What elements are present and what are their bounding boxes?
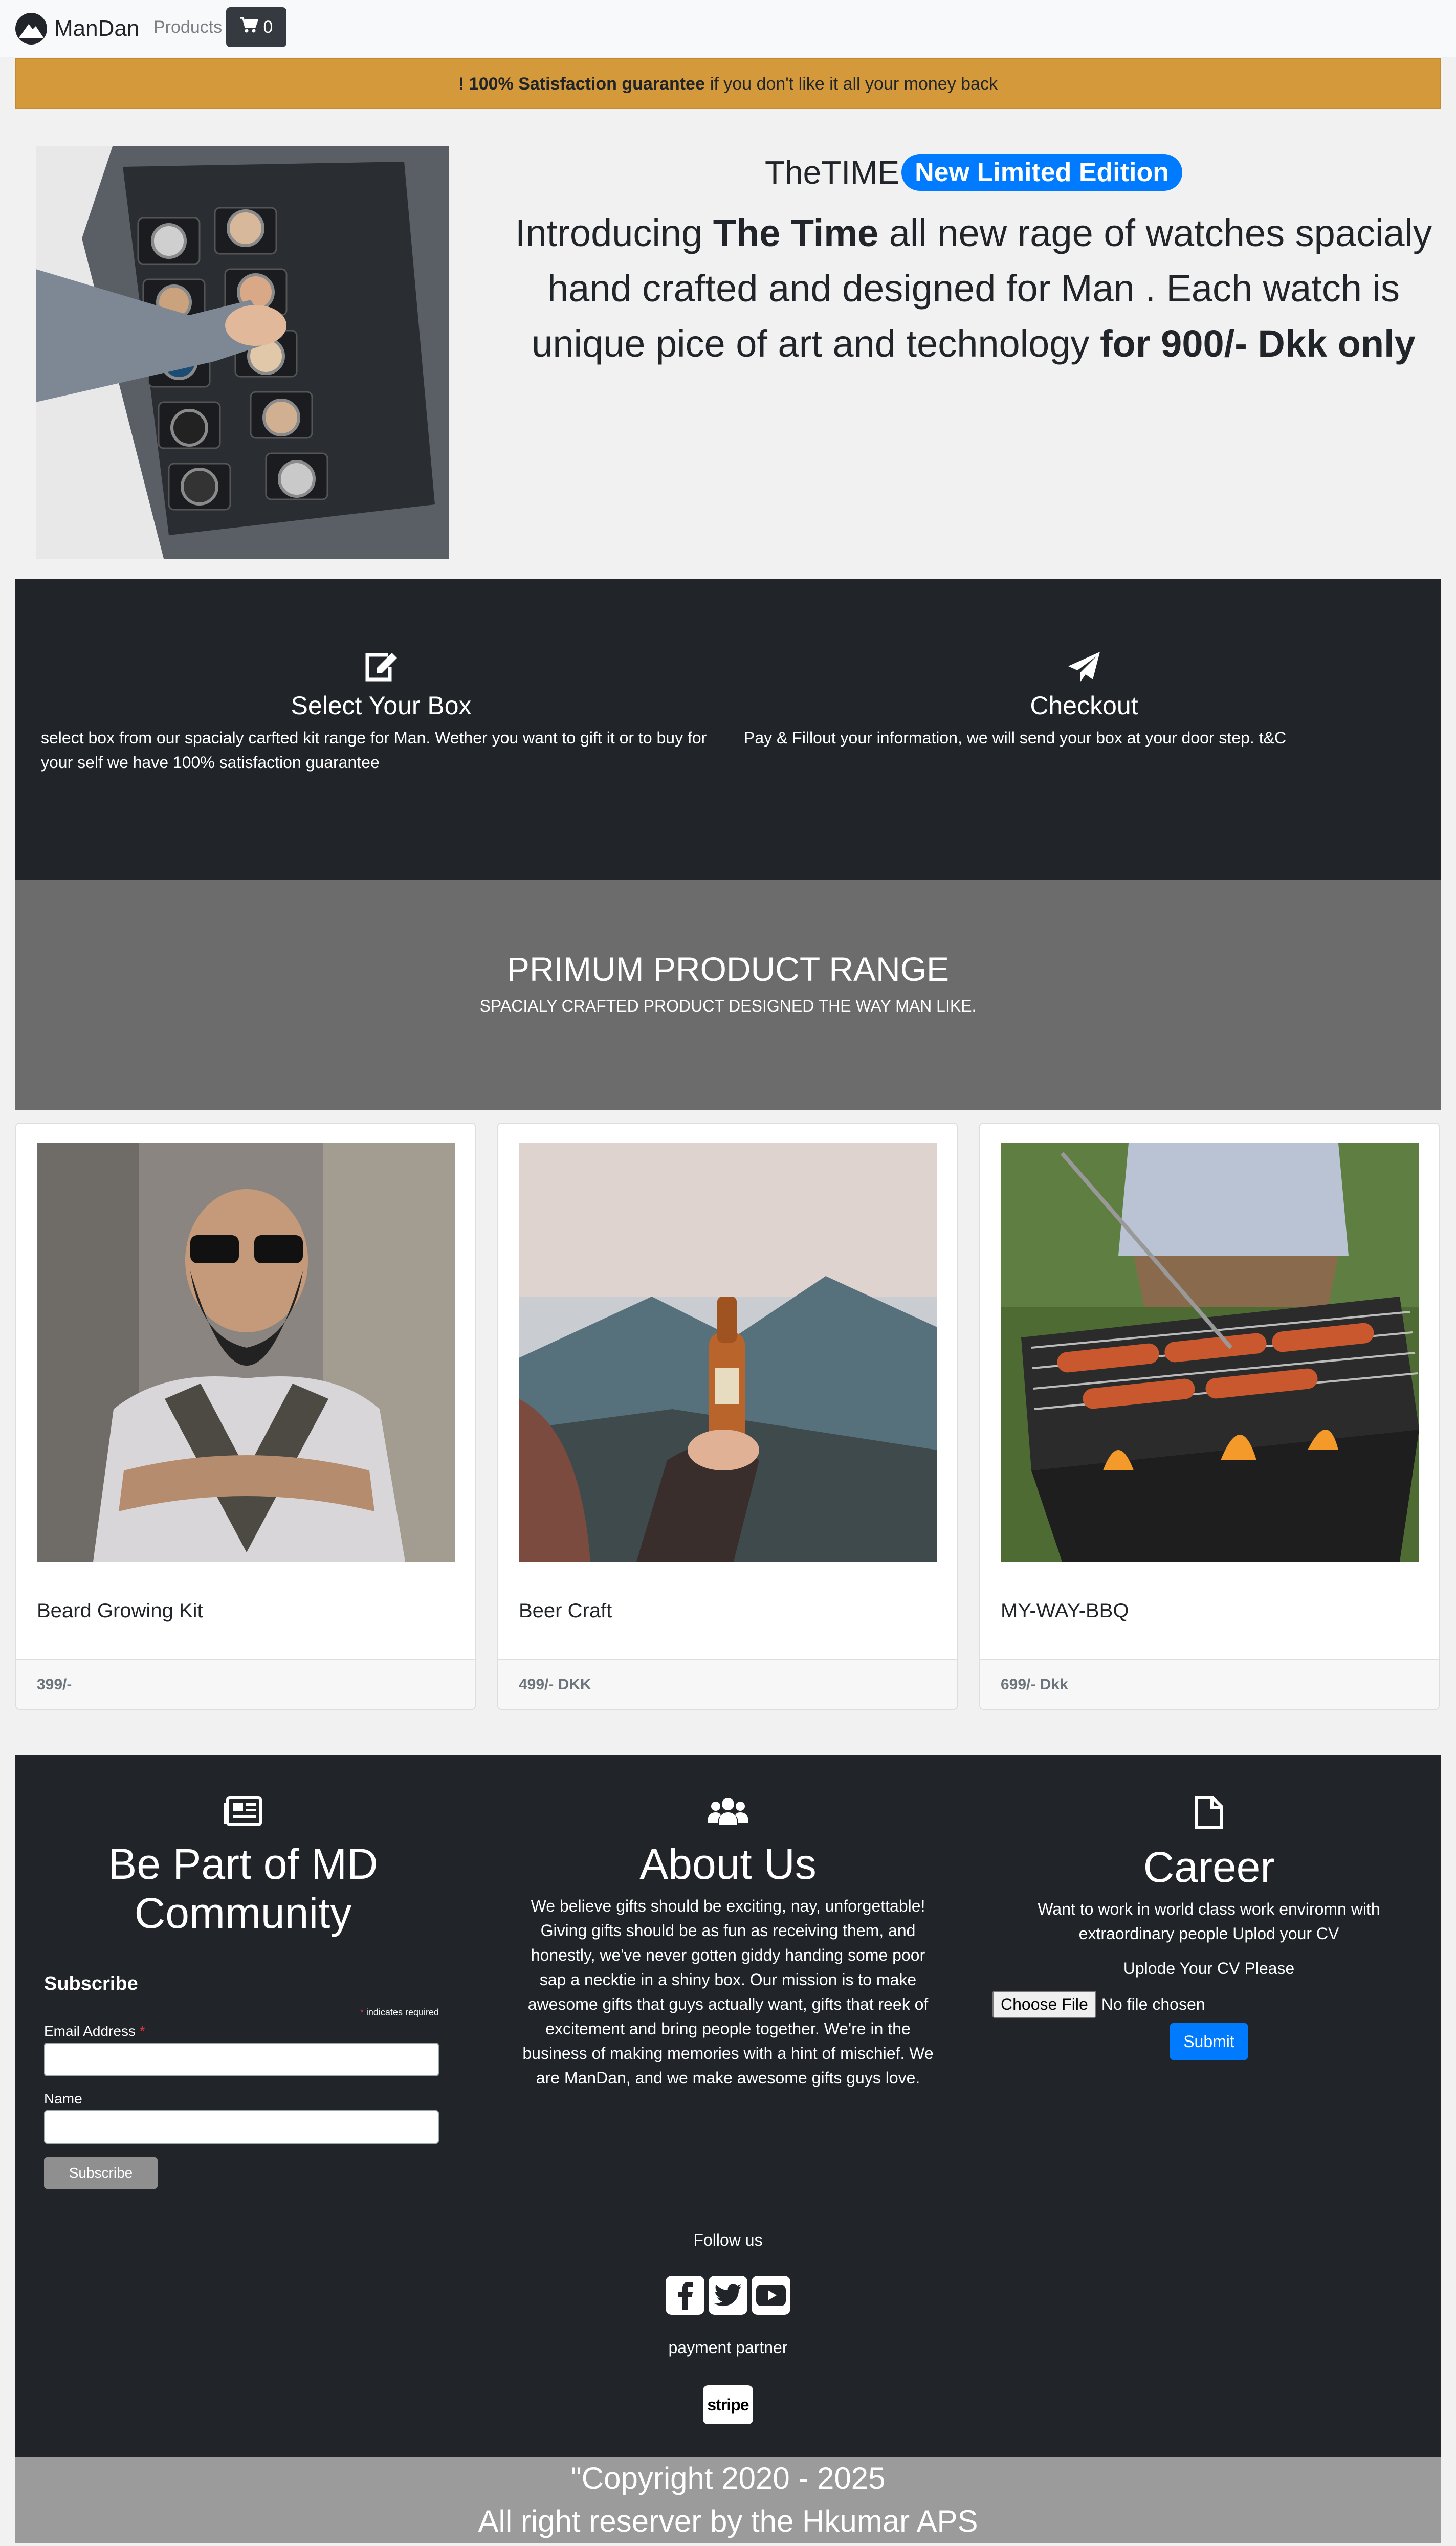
product-price: 699/- Dkk <box>980 1659 1439 1709</box>
step-text: select box from our spacialy carfted kit… <box>41 729 707 772</box>
career-column: Career Want to work in world class work … <box>992 1796 1425 2060</box>
required-asterisk: * <box>139 2023 145 2039</box>
stripe-logo: stripe <box>703 2385 753 2424</box>
choose-file-button[interactable]: Choose File <box>992 1991 1096 2018</box>
guarantee-text: if you don't like it all your money back <box>710 74 998 94</box>
required-note: * indicates required <box>44 2007 439 2018</box>
email-label: Email Address * <box>44 2023 439 2039</box>
guarantee-banner: ! 100% Satisfaction guarantee if you don… <box>15 58 1441 109</box>
copyright-bar: "Copyright 2020 - 2025 All right reserve… <box>15 2457 1441 2543</box>
cart-button[interactable]: 0 <box>226 7 286 47</box>
steps-section: Select Your Box select box from our spac… <box>15 579 1441 880</box>
about-text: We believe gifts should be exciting, nay… <box>522 1897 934 2087</box>
footer: Be Part of MD Community Subscribe * indi… <box>15 1755 1441 2457</box>
upload-label: Uplode Your CV Please <box>1123 1959 1295 1978</box>
product-price: 499/- DKK <box>498 1659 957 1709</box>
brand-name: ManDan <box>54 16 140 41</box>
copyright-owner: All right reserver by the Hkumar APS <box>478 2504 978 2538</box>
premium-title: PRIMUM PRODUCT RANGE <box>506 950 950 988</box>
product-card[interactable]: Beer Craft 499/- DKK <box>497 1123 958 1710</box>
product-name: MY-WAY-BBQ <box>1001 1599 1129 1622</box>
nav-products-link[interactable]: Products <box>153 17 222 37</box>
facebook-icon[interactable] <box>666 2276 704 2315</box>
required-note-text: indicates required <box>366 2007 439 2017</box>
product-image-beer-craft[interactable] <box>519 1143 937 1562</box>
about-column: About Us We believe gifts should be exci… <box>517 1796 939 2090</box>
product-price: 399/- <box>16 1659 475 1709</box>
required-asterisk: * <box>360 2007 364 2017</box>
step-text: Pay & Fillout your information, we will … <box>744 729 1287 747</box>
newspaper-icon <box>36 1796 450 1829</box>
hero-text-emphasis: The Time <box>713 212 879 254</box>
name-label: Name <box>44 2091 82 2106</box>
payment-partner-label: payment partner <box>668 2338 788 2357</box>
hero-title-text: TheTIME <box>764 154 900 191</box>
step-select-box: Select Your Box select box from our spac… <box>41 651 721 775</box>
product-image-bbq[interactable] <box>1001 1143 1419 1562</box>
navbar: ManDan Products 0 <box>0 0 1456 57</box>
step-title: Select Your Box <box>291 691 472 720</box>
name-field[interactable] <box>44 2110 439 2144</box>
youtube-icon[interactable] <box>752 2276 790 2315</box>
submit-cv-button[interactable]: Submit <box>1170 2023 1248 2060</box>
email-field[interactable] <box>44 2043 439 2076</box>
copyright-line: "Copyright 2020 - 2025 <box>570 2461 886 2495</box>
subscribe-button[interactable]: Subscribe <box>44 2157 158 2189</box>
subscribe-form: Subscribe * indicates required Email Add… <box>44 1973 439 2189</box>
paper-plane-icon <box>1066 651 1102 684</box>
email-label-text: Email Address <box>44 2023 136 2039</box>
cv-file-input[interactable]: Choose File No file chosen <box>992 1991 1425 2018</box>
twitter-icon[interactable] <box>709 2276 747 2315</box>
product-name: Beer Craft <box>519 1599 612 1622</box>
follow-us-label: Follow us <box>693 2231 763 2249</box>
premium-section: PRIMUM PRODUCT RANGE SPACIALY CRAFTED PR… <box>15 880 1441 1110</box>
step-checkout: Checkout Pay & Fillout your information,… <box>744 651 1424 750</box>
users-icon <box>517 1796 939 1829</box>
file-status: No file chosen <box>1101 1995 1205 2013</box>
hero-description: Introducing The Time all new rage of wat… <box>512 206 1436 371</box>
limited-edition-badge: New Limited Edition <box>901 154 1183 191</box>
product-card[interactable]: Beard Growing Kit 399/- <box>15 1123 476 1710</box>
community-title: Be Part of MD Community <box>108 1840 378 1937</box>
community-column: Be Part of MD Community <box>36 1796 450 1938</box>
product-name: Beard Growing Kit <box>37 1599 203 1622</box>
file-icon <box>992 1796 1425 1832</box>
social-links <box>15 2276 1441 2315</box>
hero-watch-image <box>36 146 449 559</box>
brand-link[interactable]: ManDan <box>15 12 139 45</box>
subscribe-heading: Subscribe <box>44 1973 138 1994</box>
career-text: Want to work in world class work envirom… <box>1038 1900 1380 1943</box>
shopping-cart-icon <box>239 16 259 38</box>
about-title: About Us <box>639 1840 817 1888</box>
step-title: Checkout <box>1030 691 1138 720</box>
product-card[interactable]: MY-WAY-BBQ 699/- Dkk <box>979 1123 1440 1710</box>
mountain-logo-icon <box>15 13 47 45</box>
premium-subtitle: SPACIALY CRAFTED PRODUCT DESIGNED THE WA… <box>479 997 977 1015</box>
hero-price-emphasis: for 900/- Dkk only <box>1099 322 1416 365</box>
edit-icon <box>363 651 399 684</box>
hero-text-part: Introducing <box>515 212 713 254</box>
guarantee-bold: ! 100% Satisfaction guarantee <box>458 74 705 94</box>
cart-count: 0 <box>263 17 273 37</box>
hero-title: TheTIME New Limited Edition <box>512 153 1436 191</box>
product-image-beard-kit[interactable] <box>37 1143 455 1562</box>
career-title: Career <box>1143 1843 1275 1891</box>
